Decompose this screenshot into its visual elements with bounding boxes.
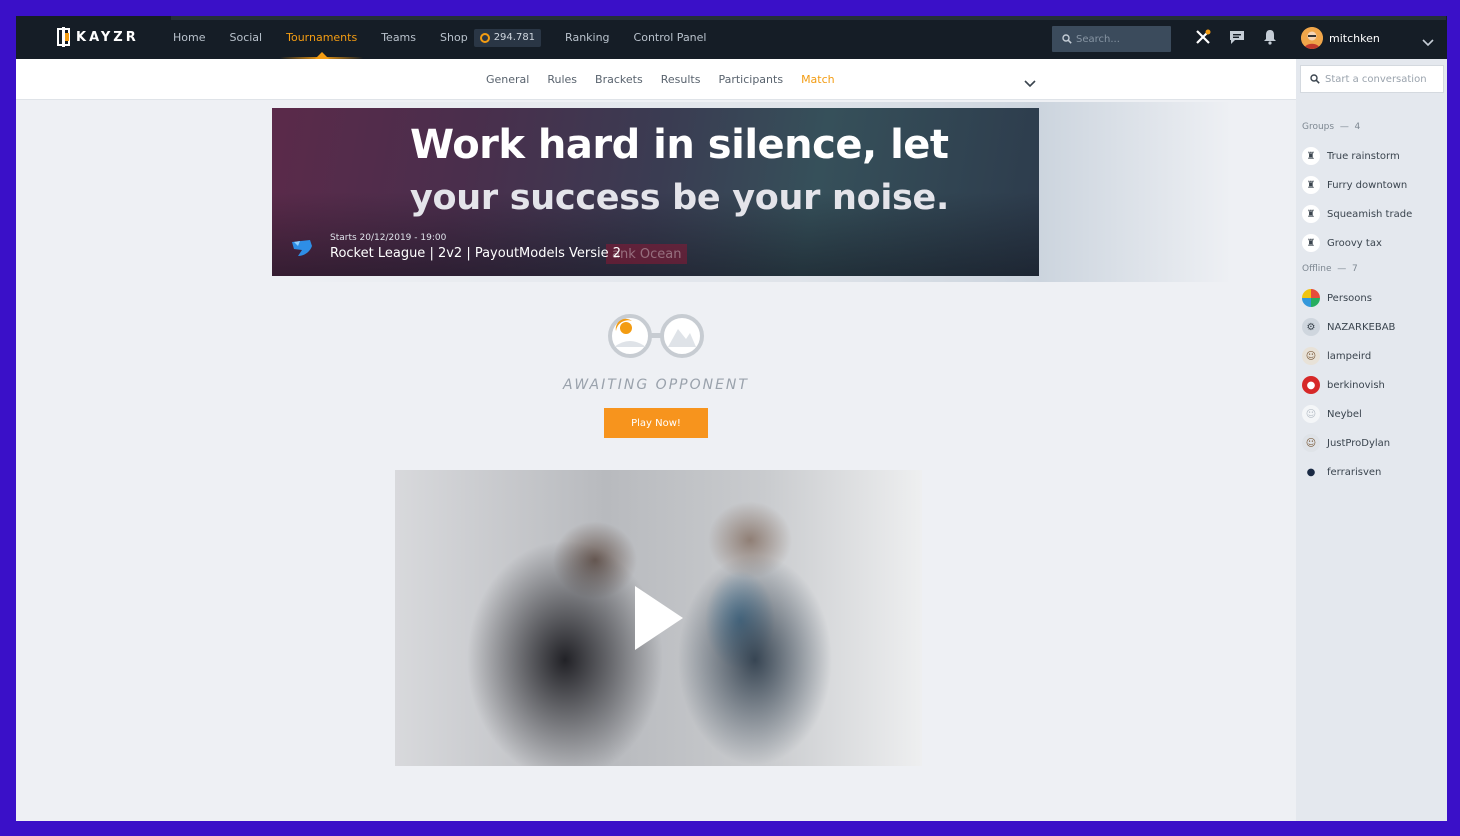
friend-item[interactable]: ☺ JustProDylan [1302,433,1390,453]
friend-item[interactable]: ● berkinovish [1302,375,1385,395]
coin-icon [479,32,490,43]
tournament-title: Rocket League | 2v2 | PayoutModels Versi… [330,246,621,261]
nav-tournaments[interactable]: Tournaments [280,16,364,59]
tab-results[interactable]: Results [661,73,701,86]
chevron-down-icon[interactable] [1024,73,1036,92]
chat-sidebar: Groups — 4 ♜True rainstorm ♜Furry downto… [1296,59,1447,821]
avatar [1302,289,1320,307]
chevron-down-icon[interactable] [1422,32,1434,51]
user-name: mitchken [1329,31,1380,45]
glasses-icon [606,311,706,365]
search-icon [1310,74,1320,84]
avatar: ⚙ [1302,318,1320,336]
bell-icon[interactable] [1261,28,1279,46]
avatar: ● [1302,463,1320,481]
group-item[interactable]: ♜ True rainstorm [1302,146,1400,166]
avatar: ☺ [1302,434,1320,452]
app-frame: KAYZR Home Social Tournaments Teams Shop… [16,16,1447,821]
play-now-button[interactable]: Play Now! [604,408,708,438]
nav-home[interactable]: Home [173,16,205,59]
group-icon: ♜ [1302,176,1320,194]
chat-icon[interactable] [1228,28,1246,46]
friend-item[interactable]: ☺ lampeird [1302,346,1371,366]
kayzr-logo-icon [56,27,71,47]
banner-quote-line2: your success be your noise. [410,178,949,218]
main-nav: Home Social Tournaments Teams Shop 294.7… [173,16,730,59]
tab-general[interactable]: General [486,73,529,86]
tab-participants[interactable]: Participants [718,73,783,86]
active-caret-icon [314,52,329,59]
tools-icon[interactable] [1194,28,1212,46]
nav-ranking[interactable]: Ranking [565,16,610,59]
start-time: Starts 20/12/2019 - 19:00 [330,233,447,243]
groups-header: Groups — 4 [1302,122,1361,132]
friend-item[interactable]: ☺ Neybel [1302,404,1362,424]
avatar: ☺ [1302,405,1320,423]
top-navbar: KAYZR Home Social Tournaments Teams Shop… [16,16,1447,59]
friend-item[interactable]: ● ferrarisven [1302,462,1381,482]
avatar: ☺ [1302,347,1320,365]
search-icon [1062,34,1072,44]
group-icon: ♜ [1302,147,1320,165]
group-icon: ♜ [1302,234,1320,252]
nav-teams[interactable]: Teams [381,16,416,59]
user-menu[interactable]: mitchken [1301,27,1380,49]
conversation-input[interactable] [1325,73,1435,85]
kayzr-logo[interactable]: KAYZR [56,27,139,47]
rocket-league-icon [290,236,314,260]
group-item[interactable]: ♜ Groovy tax [1302,233,1382,253]
global-search[interactable] [1052,26,1171,52]
nav-shop[interactable]: Shop [440,16,468,59]
offline-header: Offline — 7 [1302,264,1358,274]
conversation-search[interactable] [1300,65,1444,93]
search-input[interactable] [1076,33,1166,45]
brand-name: KAYZR [76,29,139,45]
banner-quote-line1: Work hard in silence, let [410,122,949,168]
play-icon[interactable] [635,586,683,650]
tab-brackets[interactable]: Brackets [595,73,643,86]
coin-balance[interactable]: 294.781 [473,28,542,47]
awaiting-opponent-text: AWAITING OPPONENT [563,377,749,393]
friend-item[interactable]: ⚙ NAZARKEBAB [1302,317,1395,337]
avatar: ● [1302,376,1320,394]
video-player[interactable] [395,470,922,766]
friend-item[interactable]: Persoons [1302,288,1372,308]
nav-social[interactable]: Social [229,16,262,59]
group-item[interactable]: ♜ Squeamish trade [1302,204,1412,224]
avatar [1301,27,1323,49]
tab-rules[interactable]: Rules [547,73,577,86]
tab-match[interactable]: Match [801,73,835,86]
group-icon: ♜ [1302,205,1320,223]
tournament-banner: Work hard in silence, let your success b… [272,108,1039,276]
group-item[interactable]: ♜ Furry downtown [1302,175,1407,195]
nav-control-panel[interactable]: Control Panel [634,16,707,59]
tournament-subnav: General Rules Brackets Results Participa… [16,59,1296,100]
